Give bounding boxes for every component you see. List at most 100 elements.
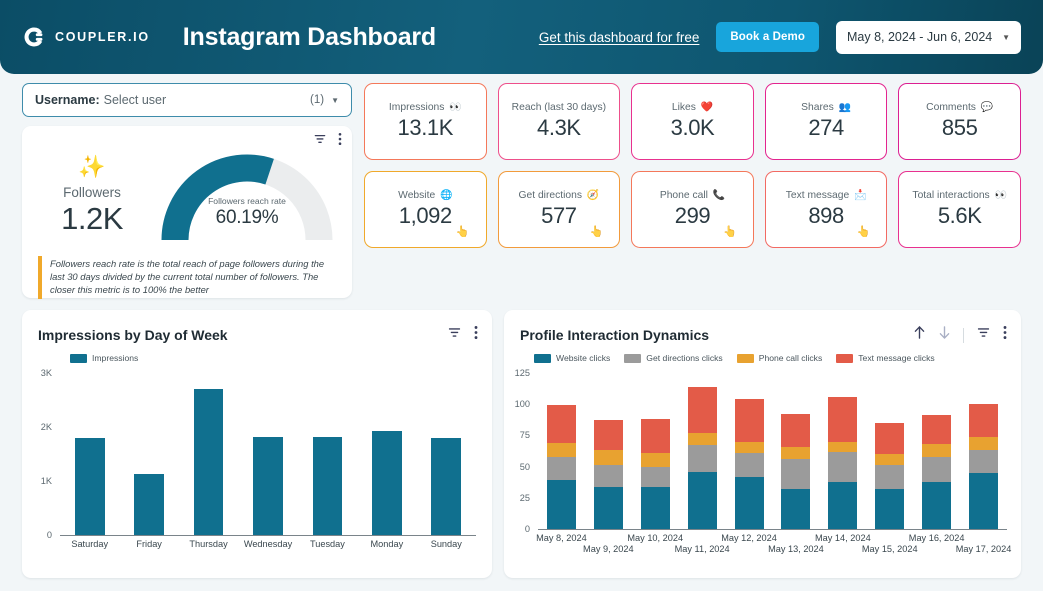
username-filter[interactable]: Username: Select user (1) ▼ — [22, 83, 352, 117]
kpi-card[interactable]: Comments 💬855 — [898, 83, 1021, 160]
bar-segment — [547, 443, 576, 457]
get-dashboard-free-link[interactable]: Get this dashboard for free — [539, 30, 700, 45]
bar-column[interactable] — [372, 373, 402, 535]
kpi-title: Likes ❤️ — [672, 102, 713, 113]
legend-swatch — [624, 354, 641, 363]
bar-segment — [641, 487, 670, 529]
kpi-title: Comments 💬 — [926, 102, 993, 113]
legend-item[interactable]: Website clicks — [534, 353, 610, 363]
bar-column[interactable] — [194, 373, 224, 535]
impressions-by-day-chart-card: Impressions by Day of Week — [22, 310, 492, 578]
x-axis-tick-label: Tuesday — [310, 539, 345, 549]
filter-icon[interactable] — [447, 325, 462, 345]
filter-icon[interactable] — [976, 325, 991, 345]
chevron-down-icon: ▼ — [331, 96, 339, 105]
bar-segment — [875, 465, 904, 489]
chart2-header: Profile Interaction Dynamics — [504, 310, 1021, 345]
bar-column[interactable] — [253, 373, 283, 535]
bar-segment — [134, 474, 164, 535]
bar-segment — [875, 454, 904, 465]
legend-item[interactable]: Phone call clicks — [737, 353, 823, 363]
legend-label: Text message clicks — [858, 353, 934, 363]
kpi-value: 3.0K — [671, 115, 715, 141]
kpi-card[interactable]: Text message 📩898👆 — [765, 171, 888, 248]
bar-segment — [547, 405, 576, 442]
more-options-icon[interactable] — [474, 325, 478, 345]
kpi-emoji-icon: 👥 — [836, 102, 851, 113]
bar-segment — [594, 487, 623, 529]
kpi-value: 577 — [541, 203, 577, 229]
kpi-row-primary: Impressions 👀13.1KReach (last 30 days)4.… — [364, 83, 1021, 160]
bar-column[interactable] — [969, 373, 998, 529]
y-axis-tick-label: 75 — [504, 430, 530, 440]
arrow-up-icon[interactable] — [913, 325, 926, 345]
charts-zone: Impressions by Day of Week — [22, 310, 1021, 578]
bar-segment — [688, 445, 717, 471]
legend-item[interactable]: Impressions — [70, 353, 138, 363]
bar-column[interactable] — [594, 373, 623, 529]
click-icon: 👆 — [857, 225, 871, 238]
bar-column[interactable] — [735, 373, 764, 529]
kpi-card[interactable]: Get directions 🧭577👆 — [498, 171, 621, 248]
bar-column[interactable] — [641, 373, 670, 529]
kpi-card[interactable]: Impressions 👀13.1K — [364, 83, 487, 160]
bar-segment — [828, 482, 857, 529]
bar-segment — [75, 438, 105, 535]
bar-column[interactable] — [134, 373, 164, 535]
bar-segment — [781, 447, 810, 459]
kpi-card[interactable]: Website 🌐1,092👆 — [364, 171, 487, 248]
x-axis-tick-label: May 11, 2024 — [675, 544, 730, 554]
bar-column[interactable] — [547, 373, 576, 529]
kpi-card[interactable]: Reach (last 30 days)4.3K — [498, 83, 621, 160]
kpi-column: Impressions 👀13.1KReach (last 30 days)4.… — [364, 83, 1021, 248]
bar-segment — [594, 465, 623, 486]
toolbar-divider — [963, 328, 964, 343]
kpi-card[interactable]: Shares 👥274 — [765, 83, 888, 160]
bar-segment — [688, 472, 717, 529]
bar-column[interactable] — [922, 373, 951, 529]
bar-column[interactable] — [688, 373, 717, 529]
bar-segment — [735, 399, 764, 441]
kpi-card[interactable]: Likes ❤️ 3.0K — [631, 83, 754, 160]
legend-item[interactable]: Get directions clicks — [624, 353, 722, 363]
book-a-demo-button[interactable]: Book a Demo — [716, 22, 819, 52]
x-axis-tick-label: Monday — [371, 539, 404, 549]
bar-segment — [594, 420, 623, 450]
date-range-picker[interactable]: May 8, 2024 - Jun 6, 2024 ▼ — [836, 21, 1021, 54]
bar-segment — [969, 473, 998, 529]
kpi-emoji-icon: 👀 — [446, 102, 461, 113]
bar-segment — [875, 489, 904, 529]
legend-swatch — [737, 354, 754, 363]
bar-segment — [735, 453, 764, 477]
x-axis-tick-label: May 12, 2024 — [721, 533, 777, 543]
bar-column[interactable] — [875, 373, 904, 529]
y-axis-tick-label: 50 — [504, 462, 530, 472]
more-options-icon[interactable] — [1003, 325, 1007, 345]
kpi-title: Website 🌐 — [398, 190, 452, 201]
profile-interaction-chart-card: Profile Interaction Dynamics — [504, 310, 1021, 578]
kpi-card[interactable]: Total interactions 👀5.6K — [898, 171, 1021, 248]
bar-segment — [969, 437, 998, 451]
y-axis-tick-label: 1K — [22, 476, 52, 486]
bar-segment — [641, 467, 670, 487]
legend-label: Website clicks — [556, 353, 610, 363]
bar-column[interactable] — [75, 373, 105, 535]
bar-column[interactable] — [431, 373, 461, 535]
legend-swatch — [70, 354, 87, 363]
followers-reach-note: Followers reach rate is the total reach … — [38, 256, 338, 299]
bar-column[interactable] — [781, 373, 810, 529]
kpi-card[interactable]: Phone call 📞299👆 — [631, 171, 754, 248]
kpi-row-secondary: Website 🌐1,092👆Get directions 🧭577👆Phone… — [364, 171, 1021, 248]
bar-segment — [313, 437, 343, 535]
y-axis-tick-label: 100 — [504, 399, 530, 409]
bar-column[interactable] — [313, 373, 343, 535]
arrow-down-icon[interactable] — [938, 325, 951, 345]
y-axis-tick-label: 3K — [22, 368, 52, 378]
bar-column[interactable] — [828, 373, 857, 529]
legend-item[interactable]: Text message clicks — [836, 353, 934, 363]
kpi-emoji-icon: 🌐 — [437, 190, 452, 201]
bar-segment — [547, 457, 576, 481]
bar-segment — [641, 453, 670, 467]
bar-segment — [688, 433, 717, 445]
y-axis-tick-label: 2K — [22, 422, 52, 432]
